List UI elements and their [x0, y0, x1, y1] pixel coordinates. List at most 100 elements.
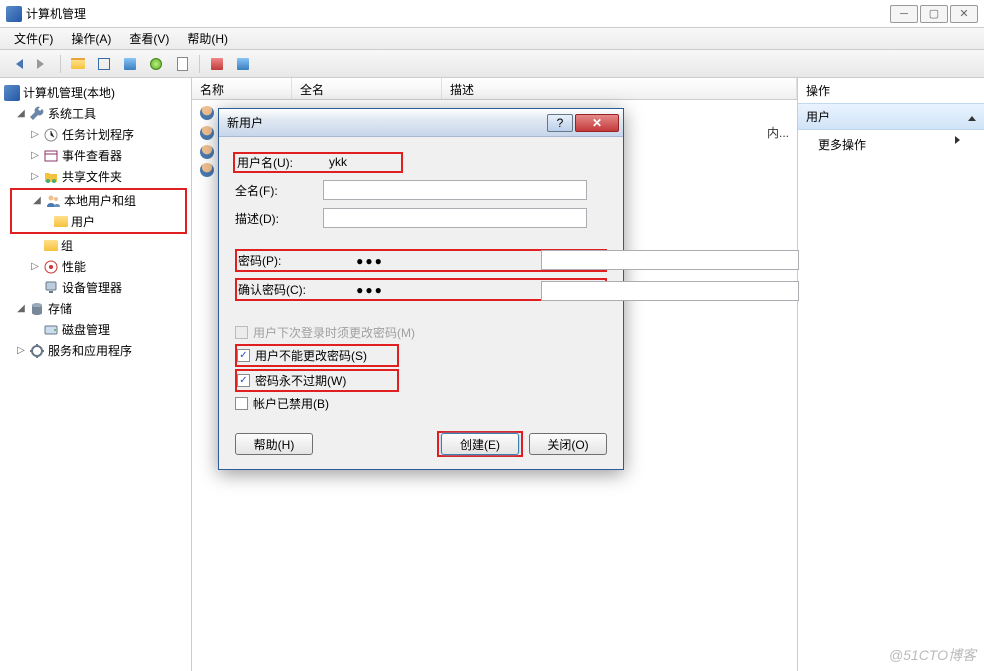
view-list-button[interactable] — [119, 53, 141, 75]
folder-icon — [71, 58, 85, 69]
window-title: 计算机管理 — [26, 5, 890, 22]
user-icon — [200, 163, 214, 177]
tree-root[interactable]: 计算机管理(本地) — [2, 82, 189, 103]
tree-performance[interactable]: ▷ 性能 — [2, 256, 189, 277]
export-button[interactable] — [171, 53, 193, 75]
action-section-label: 用户 — [806, 108, 830, 125]
arrow-right-icon — [37, 59, 49, 69]
chk-must-change-label: 用户下次登录时须更改密码(M) — [253, 324, 415, 341]
nav-forward-button[interactable] — [32, 53, 54, 75]
tree-task-scheduler[interactable]: ▷ 任务计划程序 — [2, 124, 189, 145]
toolbar-separator — [60, 55, 61, 73]
tree-event-viewer-label: 事件查看器 — [62, 147, 122, 164]
expand-icon: ▷ — [30, 261, 40, 272]
chk-must-change-row[interactable]: 用户下次登录时须更改密码(M) — [235, 323, 607, 342]
checkbox-checked-icon — [237, 349, 250, 362]
tree-shared-folders-label: 共享文件夹 — [62, 168, 122, 185]
tree-users-label: 用户 — [71, 213, 95, 230]
dialog-buttons: 帮助(H) 创建(E) 关闭(O) — [219, 425, 623, 469]
action-more[interactable]: 更多操作 — [798, 130, 984, 159]
close-button[interactable]: ✕ — [950, 5, 978, 23]
checkbox-checked-icon — [237, 374, 250, 387]
tree-performance-label: 性能 — [62, 258, 86, 275]
col-name[interactable]: 名称 — [192, 78, 292, 99]
maximize-button[interactable]: ▢ — [920, 5, 948, 23]
refresh-icon — [150, 58, 162, 70]
list-header: 名称 全名 描述 — [192, 78, 797, 100]
tree-storage[interactable]: ◢ 存储 — [2, 298, 189, 319]
username-value-preview: ykk — [325, 155, 347, 169]
minimize-button[interactable]: ─ — [890, 5, 918, 23]
computer-icon — [4, 85, 20, 101]
close-button[interactable]: 关闭(O) — [529, 433, 607, 455]
tree-disk-management-label: 磁盘管理 — [62, 321, 110, 338]
action-pane: 操作 用户 更多操作 — [798, 78, 984, 671]
dialog-title: 新用户 — [223, 114, 547, 131]
tree-storage-label: 存储 — [48, 300, 72, 317]
user-icon — [200, 106, 214, 120]
password-input-field[interactable] — [541, 250, 799, 270]
folder-up-button[interactable] — [67, 53, 89, 75]
expand-icon: ▷ — [30, 129, 40, 140]
stop-button[interactable] — [206, 53, 228, 75]
tree-device-manager[interactable]: 设备管理器 — [2, 277, 189, 298]
tree-users[interactable]: 用户 — [12, 211, 185, 232]
menubar: 文件(F) 操作(A) 查看(V) 帮助(H) — [0, 28, 984, 50]
col-description[interactable]: 描述 — [442, 78, 797, 99]
expand-icon: ▷ — [16, 345, 26, 356]
description-input[interactable] — [323, 208, 587, 228]
tree-groups[interactable]: 组 — [2, 235, 189, 256]
fullname-input[interactable] — [323, 180, 587, 200]
col-fullname[interactable]: 全名 — [292, 78, 442, 99]
menu-action[interactable]: 操作(A) — [63, 28, 119, 49]
nav-back-button[interactable] — [6, 53, 28, 75]
checkbox-icon — [235, 397, 248, 410]
submenu-arrow-icon — [955, 136, 964, 144]
scheduler-icon — [43, 127, 59, 143]
folder-icon — [44, 240, 58, 251]
tree-groups-label: 组 — [61, 237, 73, 254]
event-viewer-icon — [43, 148, 59, 164]
menu-file[interactable]: 文件(F) — [6, 28, 61, 49]
menu-view[interactable]: 查看(V) — [121, 28, 177, 49]
tree-services[interactable]: ▷ 服务和应用程序 — [2, 340, 189, 361]
toolbar-separator — [199, 55, 200, 73]
disk-icon — [43, 322, 59, 338]
collapse-arrow-icon — [968, 112, 976, 121]
dialog-titlebar[interactable]: 新用户 ? ✕ — [219, 109, 623, 137]
tree-disk-management[interactable]: 磁盘管理 — [2, 319, 189, 340]
fullname-label: 全名(F): — [235, 182, 323, 199]
tree-shared-folders[interactable]: ▷ 共享文件夹 — [2, 166, 189, 187]
storage-icon — [29, 301, 45, 317]
chk-cannot-change-label: 用户不能更改密码(S) — [255, 347, 367, 364]
chk-never-expires-row[interactable]: 密码永不过期(W) — [235, 369, 399, 392]
properties-button[interactable] — [93, 53, 115, 75]
app-icon — [6, 6, 22, 22]
collapse-icon: ◢ — [16, 108, 26, 119]
password-label: 密码(P): — [238, 252, 326, 269]
dialog-close-button[interactable]: ✕ — [575, 114, 619, 132]
performance-icon — [43, 259, 59, 275]
tree-event-viewer[interactable]: ▷ 事件查看器 — [2, 145, 189, 166]
wrench-icon — [29, 106, 45, 122]
checkbox-icon — [235, 326, 248, 339]
action-section-users[interactable]: 用户 — [798, 103, 984, 130]
properties-icon — [98, 58, 110, 70]
users-group-icon — [45, 193, 61, 209]
chk-cannot-change-row[interactable]: 用户不能更改密码(S) — [235, 344, 399, 367]
collapse-icon: ◢ — [32, 195, 42, 206]
refresh-button[interactable] — [145, 53, 167, 75]
confirm-password-input-field[interactable] — [541, 281, 799, 301]
create-button[interactable]: 创建(E) — [441, 433, 519, 455]
tree-task-scheduler-label: 任务计划程序 — [62, 126, 134, 143]
action-button[interactable] — [232, 53, 254, 75]
description-label: 描述(D): — [235, 210, 323, 227]
menu-help[interactable]: 帮助(H) — [179, 28, 236, 49]
confirm-password-label: 确认密码(C): — [238, 281, 326, 298]
chk-disabled-row[interactable]: 帐户已禁用(B) — [235, 394, 607, 413]
dialog-help-button[interactable]: ? — [547, 114, 573, 132]
tree-local-users-groups[interactable]: ◢ 本地用户和组 — [12, 190, 185, 211]
dialog-body: 用户名(U): ykk 全名(F): 描述(D): 密码(P): ●●● 确认密… — [219, 137, 623, 425]
help-button[interactable]: 帮助(H) — [235, 433, 313, 455]
tree-system-tools[interactable]: ◢ 系统工具 — [2, 103, 189, 124]
